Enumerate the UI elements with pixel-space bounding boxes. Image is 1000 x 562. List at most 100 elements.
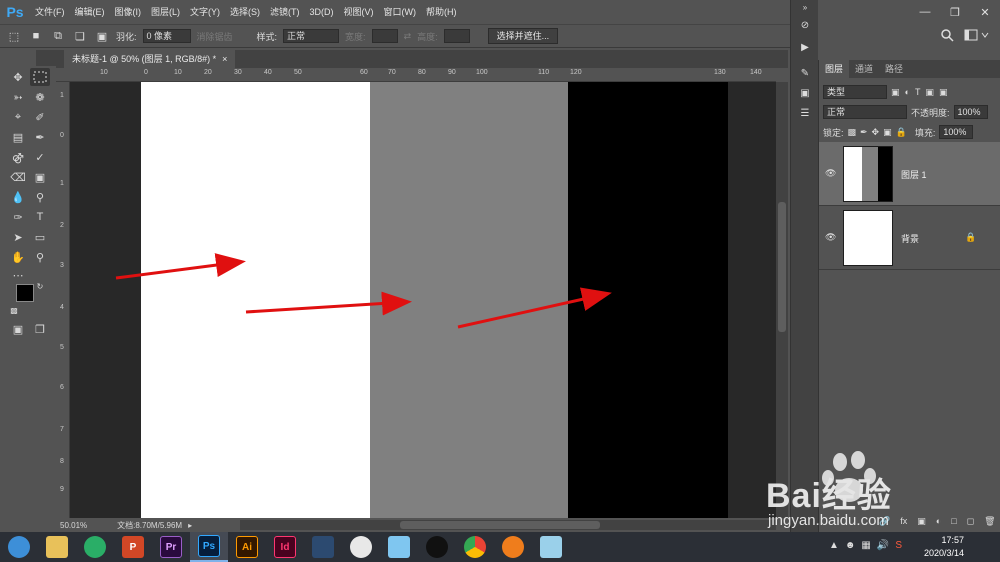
taskbar-file-explorer[interactable] (38, 532, 76, 562)
lasso-tool-icon[interactable]: ➳ (8, 88, 28, 106)
search-icon[interactable] (940, 28, 956, 44)
menu-edit[interactable]: 编辑(E) (70, 0, 110, 24)
taskbar-chrome[interactable] (456, 532, 494, 562)
brush-tool-icon[interactable]: ✒ (30, 128, 50, 146)
visibility-eye-icon[interactable]: 👁 (825, 232, 837, 242)
taskbar-premiere[interactable]: Pr (152, 532, 190, 562)
tray-volume-icon[interactable]: 🔊 (877, 540, 889, 551)
zoom-tool-icon[interactable]: ⚲ (30, 248, 50, 266)
rect-marquee-tool-icon[interactable] (30, 68, 50, 86)
status-menu-icon[interactable]: ▸ (188, 521, 192, 530)
healing-brush-tool-icon[interactable]: ▤ (8, 128, 28, 146)
taskbar-indesign[interactable]: Id (266, 532, 304, 562)
rectangle-tool-icon[interactable]: ▭ (30, 228, 50, 246)
subtract-selection-icon[interactable]: ❏ (72, 28, 88, 44)
layer-name[interactable]: 图层 1 (901, 168, 927, 181)
brush-settings-icon[interactable]: ✎ (795, 64, 815, 82)
crop-tool-icon[interactable]: ⌖ (8, 108, 28, 126)
taskbar-blue-app[interactable] (532, 532, 570, 562)
select-and-mask-button[interactable]: 选择并遮住... (487, 28, 559, 44)
menu-view[interactable]: 视图(V) (339, 0, 379, 24)
document-canvas[interactable] (70, 82, 776, 518)
taskbar-qq-browser[interactable] (0, 532, 38, 562)
taskbar-film[interactable] (304, 532, 342, 562)
screen-mode-icon[interactable]: ❐ (30, 320, 50, 338)
menu-type[interactable]: 文字(Y) (185, 0, 225, 24)
gradient-tool-icon[interactable]: ▣ (30, 168, 50, 186)
quick-select-tool-icon[interactable]: ❁ (30, 88, 50, 106)
zoom-level[interactable]: 50.01% (60, 521, 87, 530)
tray-network-icon[interactable]: ▲ (829, 540, 839, 551)
path-select-tool-icon[interactable]: ➤ (8, 228, 28, 246)
blend-mode-select[interactable]: 正常 (823, 105, 907, 119)
new-selection-icon[interactable]: ■ (28, 28, 44, 44)
menu-help[interactable]: 帮助(H) (421, 0, 462, 24)
layer-row-background[interactable]: 👁 背景 🔒 (819, 206, 1000, 270)
menu-3d[interactable]: 3D(D) (305, 0, 339, 24)
menu-filter[interactable]: 滤镜(T) (265, 0, 305, 24)
properties-panel-icon[interactable]: ☰ (795, 104, 815, 122)
intersect-selection-icon[interactable]: ▣ (94, 28, 110, 44)
dodge-tool-icon[interactable]: ⚲ (30, 188, 50, 206)
lock-options-icons[interactable]: ▩✒✥▣🔒 (848, 127, 911, 138)
menu-window[interactable]: 窗口(W) (379, 0, 422, 24)
taskbar-firefox[interactable] (494, 532, 532, 562)
tab-layers[interactable]: 图层 (819, 60, 850, 78)
hand-tool-icon[interactable]: ✋ (8, 248, 28, 266)
taskbar-photoshop[interactable]: Ps (190, 532, 228, 562)
default-colors-icon[interactable]: ▩ (8, 304, 20, 316)
tray-qq-icon[interactable]: ☻ (845, 540, 856, 551)
taskbar-qq[interactable] (418, 532, 456, 562)
foreground-color-swatch[interactable] (16, 284, 34, 302)
tab-close-icon[interactable]: × (222, 54, 227, 64)
taskbar-illustrator[interactable]: Ai (228, 532, 266, 562)
add-selection-icon[interactable]: ⧉ (50, 28, 66, 44)
taskbar-feather-app[interactable] (380, 532, 418, 562)
filter-kind-select[interactable]: 类型 (823, 85, 887, 99)
layer-row-layer1[interactable]: 👁 图层 1 (819, 142, 1000, 206)
more-tools-icon[interactable]: ⋯ (8, 266, 28, 284)
play-actions-icon[interactable]: ▶ (795, 38, 815, 56)
menu-image[interactable]: 图像(I) (110, 0, 147, 24)
filter-icons[interactable]: ▣◐T▣▣ (891, 87, 952, 98)
type-tool-icon[interactable]: T (30, 208, 50, 226)
vertical-scroll-thumb[interactable] (778, 202, 786, 332)
workspace-switcher-icon[interactable] (964, 28, 994, 44)
swap-icon[interactable]: ⇄ (404, 31, 412, 42)
opacity-input[interactable]: 100% (953, 105, 988, 119)
taskbar-green-red-app[interactable] (342, 532, 380, 562)
layer-name[interactable]: 背景 (901, 232, 919, 245)
tray-ime-icon[interactable]: S (895, 540, 902, 551)
antialias-checkbox[interactable]: 消除锯齿 (197, 30, 233, 43)
clone-stamp-tool-icon[interactable]: ⚣ (8, 148, 28, 166)
tab-channels[interactable]: 通道 (849, 60, 879, 78)
document-tab[interactable]: 未标题-1 @ 50% (图层 1, RGB/8#) * × (64, 50, 236, 68)
menu-layer[interactable]: 图层(L) (146, 0, 185, 24)
swap-colors-icon[interactable]: ↻ (34, 280, 46, 292)
info-panel-icon[interactable]: ⊘ (795, 16, 815, 34)
eyedropper-tool-icon[interactable]: ✐ (30, 108, 50, 126)
fill-input[interactable]: 100% (939, 125, 974, 139)
expand-panels-icon[interactable]: » (795, 2, 815, 12)
width-input[interactable] (371, 29, 398, 43)
visibility-eye-icon[interactable]: 👁 (825, 168, 837, 178)
feather-input[interactable]: 0 像素 (142, 29, 191, 43)
eraser-tool-icon[interactable]: ⌫ (8, 168, 28, 186)
close-icon[interactable]: ✕ (970, 0, 1000, 24)
style-select[interactable]: 正常 (283, 29, 340, 43)
tab-paths[interactable]: 路径 (879, 60, 909, 78)
restore-icon[interactable]: ❐ (940, 0, 970, 24)
blur-tool-icon[interactable]: 💧 (8, 188, 28, 206)
minimize-icon[interactable]: — (910, 0, 940, 24)
marquee-preset-icon[interactable]: ⬚ (6, 28, 22, 44)
horizontal-scrollbar[interactable] (240, 520, 776, 530)
taskbar-clock[interactable]: 17:57 2020/3/14 (924, 534, 964, 560)
height-input[interactable] (443, 29, 470, 43)
taskbar-powerpoint[interactable]: P (114, 532, 152, 562)
tray-security-icon[interactable]: ▦ (861, 540, 870, 551)
move-tool-icon[interactable]: ✥ (8, 68, 28, 86)
quick-mask-icon[interactable]: ▣ (8, 320, 28, 338)
paragraph-panel-icon[interactable]: ▣ (795, 84, 815, 102)
menu-select[interactable]: 选择(S) (225, 0, 265, 24)
horizontal-scroll-thumb[interactable] (400, 521, 600, 529)
